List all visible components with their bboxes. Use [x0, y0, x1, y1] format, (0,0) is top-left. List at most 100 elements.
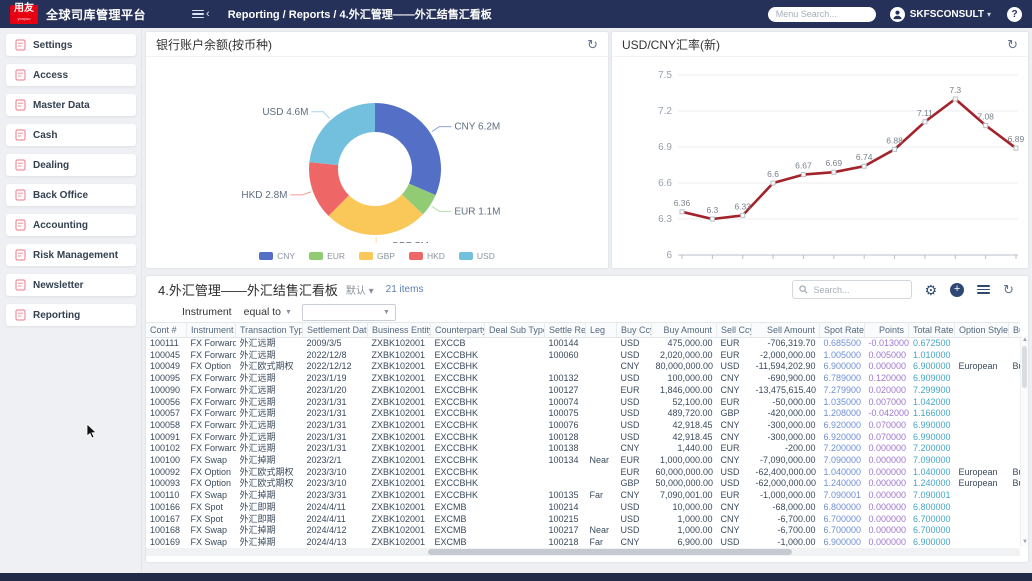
legend-item-CNY[interactable]: CNY: [259, 251, 295, 261]
table-row[interactable]: 100169FX Swap外汇掉期2024/4/13ZXBK102001EXCM…: [146, 537, 1020, 549]
scrollbar-thumb[interactable]: [428, 549, 792, 555]
legend-swatch: [459, 252, 473, 260]
sidebar-item-newsletter[interactable]: Newsletter: [6, 274, 136, 296]
table-row[interactable]: 100057FX Forward外汇远期2023/1/31ZXBK102001E…: [146, 408, 1020, 420]
sidebar-item-back-office[interactable]: Back Office: [6, 184, 136, 206]
cell: 6.900000: [909, 537, 955, 549]
column-header[interactable]: Deal Sub Type: [485, 323, 545, 338]
cell: -13,475,615.40: [752, 385, 820, 397]
table-row[interactable]: 100095FX Forward外汇远期2023/1/19ZXBK102001E…: [146, 373, 1020, 385]
menu-search-input[interactable]: [768, 7, 876, 22]
table-search[interactable]: [792, 280, 912, 299]
cell: USD: [617, 502, 652, 514]
legend-item-GBP[interactable]: GBP: [359, 251, 395, 261]
table-row[interactable]: 100093FX Option外汇欧式期权2023/3/10ZXBK102001…: [146, 478, 1020, 490]
horizontal-scrollbar[interactable]: [146, 548, 1020, 556]
donut-slice-USD[interactable]: [309, 103, 375, 165]
filter-value-combobox[interactable]: ▼: [302, 304, 396, 321]
table-row[interactable]: 100045FX Forward外汇远期2022/12/8ZXBK102001E…: [146, 350, 1020, 362]
username[interactable]: SKFSCONSULT: [910, 9, 984, 20]
table-row[interactable]: 100092FX Option外汇欧式期权2023/3/10ZXBK102001…: [146, 467, 1020, 479]
column-header[interactable]: Counterparty: [431, 323, 485, 338]
sidebar-item-cash[interactable]: Cash: [6, 124, 136, 146]
column-header[interactable]: Option Style: [955, 323, 1009, 338]
table-search-input[interactable]: [812, 284, 906, 296]
sidebar-item-accounting[interactable]: Accounting: [6, 214, 136, 236]
column-header[interactable]: Cont #: [146, 323, 187, 338]
column-header[interactable]: Points: [865, 323, 909, 338]
table-row[interactable]: 100058FX Forward外汇远期2023/1/31ZXBK102001E…: [146, 420, 1020, 432]
table-row[interactable]: 100091FX Forward外汇远期2023/1/31ZXBK102001E…: [146, 432, 1020, 444]
cell: 100218: [545, 537, 586, 549]
add-record-button[interactable]: +: [950, 283, 964, 297]
sidebar-item-reporting[interactable]: Reporting: [6, 304, 136, 326]
column-header[interactable]: Buy Sell: [1009, 323, 1021, 338]
cell: -706,319.70: [752, 338, 820, 350]
cell: EXCCBHK: [431, 373, 485, 385]
refresh-icon[interactable]: ↻: [587, 38, 598, 51]
cell: 1.240000: [820, 478, 865, 490]
column-header[interactable]: Buy Amount: [652, 323, 717, 338]
user-avatar-icon[interactable]: [890, 7, 905, 22]
cell: 6.789000: [820, 373, 865, 385]
column-header[interactable]: Business Entity: [368, 323, 431, 338]
view-selector[interactable]: 默认 ▾: [346, 282, 374, 297]
column-header[interactable]: Spot Rate: [820, 323, 865, 338]
legend-item-USD[interactable]: USD: [459, 251, 495, 261]
table-row[interactable]: 100110FX Swap外汇掉期2023/3/31ZXBK102001EXCC…: [146, 490, 1020, 502]
list-view-icon[interactable]: [977, 283, 990, 297]
sidebar-item-settings[interactable]: Settings: [6, 34, 136, 56]
filter-operator-select[interactable]: equal to: [244, 306, 281, 318]
column-header[interactable]: Sell Ccy: [717, 323, 752, 338]
y-axis-tick-label: 6.6: [658, 178, 672, 189]
cell: 100111: [146, 338, 187, 350]
table-row[interactable]: 100056FX Forward外汇远期2023/1/31ZXBK102001E…: [146, 397, 1020, 409]
table-row[interactable]: 100049FX Option外汇欧式期权2022/12/12ZXBK10200…: [146, 361, 1020, 373]
point-value-label: 6.3: [706, 205, 718, 215]
table-row[interactable]: 100111FX Forward外汇远期2009/3/5ZXBK102001EX…: [146, 338, 1020, 350]
table-row[interactable]: 100166FX Spot外汇即期2024/4/11ZXBK102001EXCM…: [146, 502, 1020, 514]
cell: 7.090001: [820, 490, 865, 502]
table-row[interactable]: 100090FX Forward外汇远期2023/1/20ZXBK102001E…: [146, 385, 1020, 397]
settings-gear-icon[interactable]: ⚙: [925, 283, 938, 297]
scroll-down-icon[interactable]: ▼: [1021, 538, 1029, 547]
cell: CNY: [717, 432, 752, 444]
cell: [586, 502, 617, 514]
cell: [955, 432, 1009, 444]
scroll-up-icon[interactable]: ▲: [1021, 336, 1029, 345]
filter-field[interactable]: Instrument: [182, 306, 232, 318]
cell: FX Forward: [187, 420, 236, 432]
sidebar-item-master-data[interactable]: Master Data: [6, 94, 136, 116]
table-row[interactable]: 100102FX Forward外汇远期2023/1/31ZXBK102001E…: [146, 443, 1020, 455]
scrollbar-thumb[interactable]: [1022, 346, 1027, 388]
cell: 外汇掉期: [236, 490, 303, 502]
sidebar-item-dealing[interactable]: Dealing: [6, 154, 136, 176]
column-header[interactable]: Leg: [586, 323, 617, 338]
table-row[interactable]: 100100FX Swap外汇掉期2023/2/1ZXBK102001EXCCB…: [146, 455, 1020, 467]
cell: 6.909000: [909, 373, 955, 385]
refresh-icon[interactable]: ↻: [1007, 38, 1018, 51]
chevron-down-icon[interactable]: ▾: [987, 10, 991, 19]
cell: 外汇掉期: [236, 455, 303, 467]
sidebar-collapse-button[interactable]: ‹: [192, 8, 210, 21]
column-header[interactable]: Transaction Type: [236, 323, 303, 338]
column-header[interactable]: Sell Amount: [752, 323, 820, 338]
sidebar-item-access[interactable]: Access: [6, 64, 136, 86]
column-header[interactable]: Settlement Date: [303, 323, 368, 338]
column-header[interactable]: Instrument: [187, 323, 236, 338]
table-row[interactable]: 100167FX Spot外汇即期2024/4/11ZXBK102001EXCM…: [146, 514, 1020, 526]
donut-slice-CNY[interactable]: [375, 103, 441, 195]
cell: 100110: [146, 490, 187, 502]
legend-item-HKD[interactable]: HKD: [409, 251, 445, 261]
cell: 0.000000: [865, 478, 909, 490]
sidebar-item-risk-management[interactable]: Risk Management: [6, 244, 136, 266]
help-button[interactable]: ?: [1007, 7, 1022, 22]
refresh-icon[interactable]: ↻: [1003, 283, 1014, 296]
column-header[interactable]: Settle Ref: [545, 323, 586, 338]
column-header[interactable]: Buy Ccy: [617, 323, 652, 338]
legend-item-EUR[interactable]: EUR: [309, 251, 345, 261]
cell: [485, 432, 545, 444]
table-row[interactable]: 100168FX Swap外汇掉期2024/4/12ZXBK102001EXCM…: [146, 525, 1020, 537]
column-header[interactable]: Total Rate: [909, 323, 955, 338]
vertical-scrollbar[interactable]: ▲ ▼: [1020, 336, 1028, 547]
